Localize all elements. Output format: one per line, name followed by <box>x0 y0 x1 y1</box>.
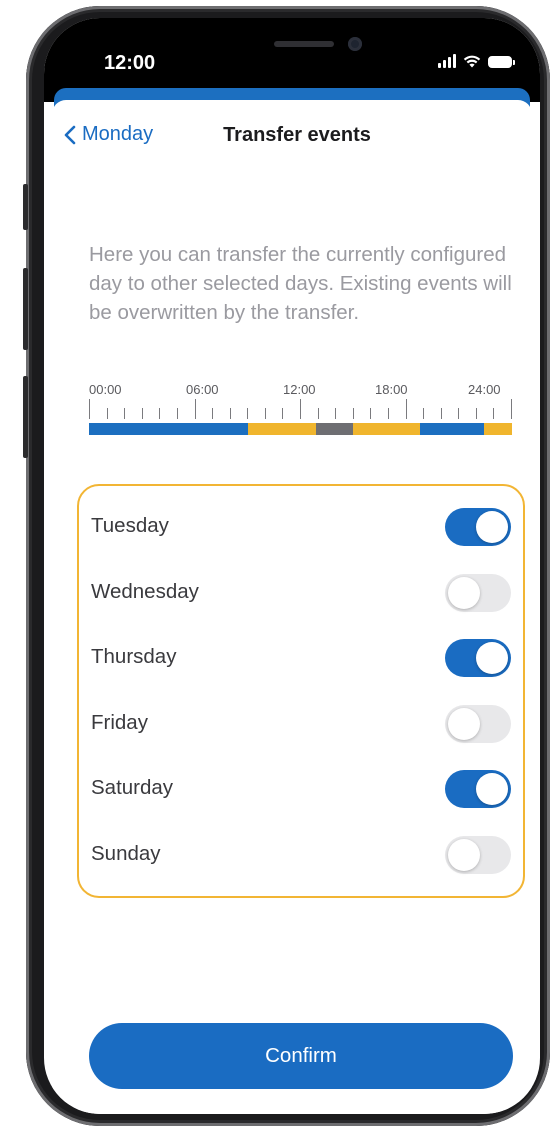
timeline-minor-tick <box>229 408 231 419</box>
timeline-minor-tick <box>493 408 495 419</box>
timeline-minor-tick <box>335 408 337 419</box>
timeline-event-bar <box>89 423 512 435</box>
wifi-icon <box>463 55 481 68</box>
volume-down-button <box>23 376 28 458</box>
timeline-event-segment <box>353 423 421 435</box>
timeline-minor-tick <box>106 408 108 419</box>
timeline-minor-tick <box>352 408 354 419</box>
timeline-minor-tick <box>282 408 284 419</box>
timeline-major-tick <box>511 399 512 419</box>
mute-switch <box>23 184 28 230</box>
timeline-event-segment <box>316 423 354 435</box>
day-row-saturday[interactable]: Saturday <box>79 756 523 822</box>
timeline-event-segment <box>420 423 484 435</box>
navigation-bar: Monday Transfer events <box>52 100 532 176</box>
timeline-label: 24:00 <box>468 382 501 397</box>
toggle-knob <box>476 773 508 805</box>
day-row-thursday[interactable]: Thursday <box>79 625 523 691</box>
description-text: Here you can transfer the currently conf… <box>89 243 512 324</box>
timeline-minor-tick <box>141 408 143 419</box>
toggle-knob <box>448 576 480 609</box>
day-toggle-friday[interactable] <box>445 704 511 743</box>
timeline-minor-tick <box>370 408 372 419</box>
weekday-selection-list: Tuesday Wednesday Thursday Friday Saturday Su… <box>77 484 525 898</box>
timeline-label: 00:00 <box>89 382 122 397</box>
day-label: Tuesday <box>91 514 169 537</box>
timeline-event-segment <box>247 423 317 435</box>
day-row-friday[interactable]: Friday <box>79 691 523 757</box>
timeline-ticks <box>89 399 512 419</box>
timeline-minor-tick <box>423 408 425 419</box>
status-icons <box>438 54 515 68</box>
day-toggle-thursday[interactable] <box>445 639 511 677</box>
timeline-major-tick <box>300 399 301 419</box>
transfer-events-sheet: Monday Transfer events Here you can tran… <box>52 100 532 1114</box>
day-label: Sunday <box>91 841 161 865</box>
timeline-label: 18:00 <box>375 382 408 397</box>
toggle-knob <box>448 838 480 871</box>
day-label: Friday <box>91 710 148 734</box>
phone-screen: 12:00 Monday Transfer events Here you ca… <box>44 18 540 1114</box>
toggle-knob <box>448 707 480 740</box>
battery-icon <box>488 56 515 68</box>
timeline-minor-tick <box>317 408 319 419</box>
day-timeline: 00:00 06:00 12:00 18:00 24:00 <box>89 382 512 442</box>
timeline-event-segment <box>89 423 248 435</box>
page-title: Transfer events <box>223 124 371 146</box>
day-toggle-sunday[interactable] <box>445 835 511 874</box>
timeline-major-tick <box>405 399 407 419</box>
speaker-grille <box>274 41 334 47</box>
toggle-knob <box>476 511 508 543</box>
timeline-minor-tick <box>387 408 389 419</box>
status-time: 12:00 <box>104 52 156 74</box>
timeline-minor-tick <box>458 408 460 419</box>
notch <box>170 18 435 72</box>
timeline-minor-tick <box>124 408 126 419</box>
timeline-major-tick <box>194 399 196 419</box>
day-row-sunday[interactable]: Sunday <box>79 822 523 888</box>
front-camera <box>348 37 362 51</box>
timeline-major-tick <box>89 399 90 419</box>
timeline-minor-tick <box>212 408 214 419</box>
cellular-signal-icon <box>438 54 456 68</box>
toggle-knob <box>476 642 508 674</box>
timeline-minor-tick <box>247 408 249 419</box>
confirm-button[interactable]: Confirm <box>89 1023 513 1089</box>
day-label: Thursday <box>91 645 177 668</box>
day-label: Wednesday <box>91 579 199 603</box>
timeline-minor-tick <box>264 408 266 419</box>
timeline-minor-tick <box>176 408 178 419</box>
day-toggle-wednesday[interactable] <box>445 573 511 612</box>
timeline-minor-tick <box>159 408 161 419</box>
day-toggle-saturday[interactable] <box>445 770 511 808</box>
day-label: Saturday <box>91 776 174 799</box>
timeline-minor-tick <box>475 408 477 419</box>
timeline-label: 06:00 <box>186 382 219 397</box>
volume-up-button <box>23 268 28 350</box>
day-toggle-tuesday[interactable] <box>445 508 511 546</box>
timeline-minor-tick <box>440 408 442 419</box>
timeline-label: 12:00 <box>283 382 316 397</box>
day-row-tuesday[interactable]: Tuesday <box>79 494 523 560</box>
timeline-event-segment <box>483 423 512 435</box>
day-row-wednesday[interactable]: Wednesday <box>79 560 523 626</box>
